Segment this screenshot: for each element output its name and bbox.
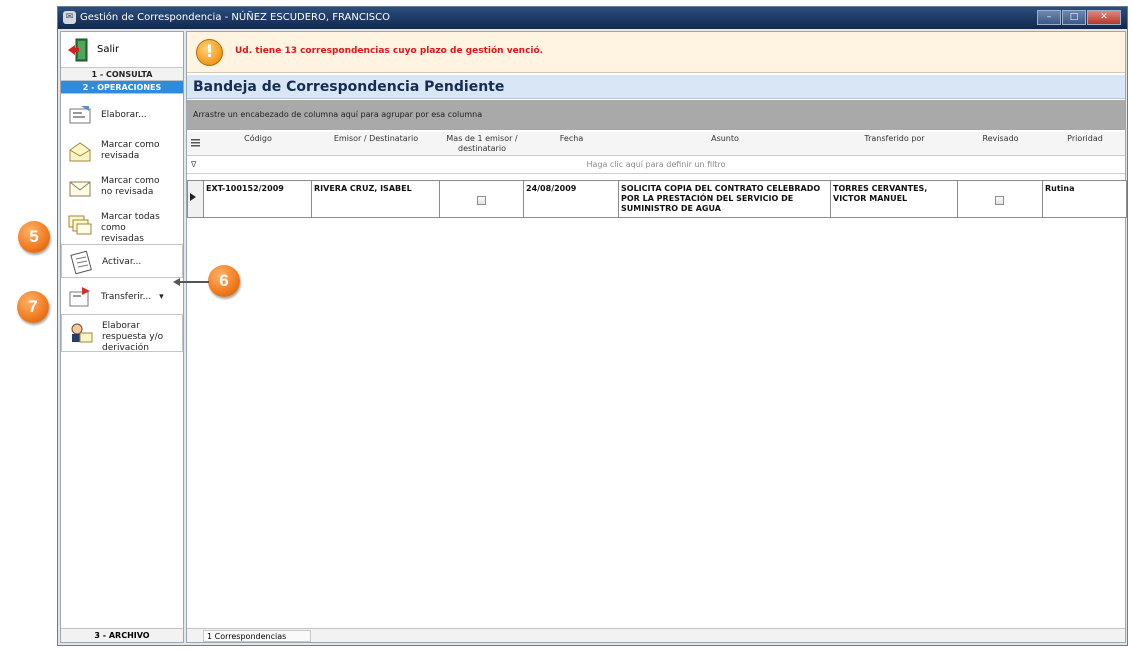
group-by-area[interactable]: Arrastre un encabezado de columna aquí p… <box>187 100 1125 130</box>
column-headers: Código Emisor / Destinatario Mas de 1 em… <box>187 132 1125 156</box>
clipboard-icon <box>68 250 94 275</box>
col-prioridad[interactable]: Prioridad <box>1043 134 1127 144</box>
reply-icon <box>68 321 94 345</box>
grid-title: Bandeja de Correspondencia Pendiente <box>187 75 1125 99</box>
window-title: Gestión de Correspondencia - NÚÑEZ ESCUD… <box>80 12 390 23</box>
arrowhead-icon <box>173 278 180 286</box>
cell-transferido: TORRES CERVANTES, VICTOR MANUEL <box>831 180 958 218</box>
col-asunto[interactable]: Asunto <box>619 134 831 144</box>
status-bar: 1 Correspondencias <box>187 628 1125 642</box>
filter-row[interactable]: ∇ Haga clic aquí para definir un filtro <box>187 156 1125 174</box>
minimize-button[interactable]: – <box>1037 10 1061 25</box>
envelope-open-icon <box>67 140 93 164</box>
cell-revisado <box>958 180 1043 218</box>
transfer-icon <box>67 285 93 309</box>
sidebar: Salir 1 - CONSULTA 2 - OPERACIONES Elabo… <box>60 31 184 643</box>
marcar-revisada-button[interactable]: Marcar como revisada <box>61 134 183 170</box>
cell-emisor: RIVERA CRUZ, ISABEL <box>312 180 440 218</box>
compose-icon <box>67 103 93 127</box>
elaborar-respuesta-label: Elaborar respuesta y/o derivación <box>102 321 164 353</box>
revisado-checkbox[interactable] <box>995 196 1004 205</box>
marcar-todas-label: Marcar todas como revisadas <box>101 212 160 244</box>
section-consulta[interactable]: 1 - CONSULTA <box>61 68 183 81</box>
maximize-button[interactable]: □ <box>1062 10 1086 25</box>
col-fecha[interactable]: Fecha <box>524 134 619 144</box>
chevron-down-icon[interactable]: ▾ <box>159 292 164 303</box>
callout-5: 5 <box>18 221 50 253</box>
callout-6-arrow <box>179 281 209 283</box>
mas-de-uno-checkbox[interactable] <box>477 196 486 205</box>
col-mas-de-uno[interactable]: Mas de 1 emisor / destinatario <box>440 134 524 154</box>
elaborar-respuesta-button[interactable]: Elaborar respuesta y/o derivación <box>61 314 183 353</box>
transferir-label: Transferir... <box>101 291 152 302</box>
salir-label: Salir <box>97 44 120 55</box>
col-transferido[interactable]: Transferido por <box>831 134 958 144</box>
activar-label: Activar... <box>102 256 142 267</box>
status-count: 1 Correspondencias <box>203 630 311 642</box>
column-chooser-icon[interactable] <box>190 138 200 150</box>
exit-door-icon <box>67 37 89 63</box>
table-row[interactable]: EXT-100152/2009 RIVERA CRUZ, ISABEL 24/0… <box>187 180 1127 218</box>
section-operaciones[interactable]: 2 - OPERACIONES <box>61 81 183 94</box>
cell-fecha: 24/08/2009 <box>524 180 619 218</box>
callout-7: 7 <box>17 291 49 323</box>
warning-icon: ! <box>196 39 223 66</box>
section-archivo[interactable]: 3 - ARCHIVO <box>61 628 183 642</box>
col-emisor[interactable]: Emisor / Destinatario <box>312 134 440 144</box>
cell-codigo: EXT-100152/2009 <box>204 180 312 218</box>
main-panel: ! Ud. tiene 13 correspondencias cuyo pla… <box>186 31 1127 643</box>
activar-button[interactable]: Activar... <box>61 244 183 278</box>
row-indicator <box>187 180 204 218</box>
app-icon: ✉ <box>63 11 76 24</box>
filter-icon: ∇ <box>191 160 197 169</box>
alert-banner: ! Ud. tiene 13 correspondencias cuyo pla… <box>187 32 1125 73</box>
elaborar-button[interactable]: Elaborar... <box>61 94 183 134</box>
marcar-revisada-label: Marcar como revisada <box>101 140 160 161</box>
close-button[interactable]: ✕ <box>1087 10 1121 25</box>
envelope-closed-icon <box>67 176 93 200</box>
marcar-no-revisada-label: Marcar como no revisada <box>101 176 160 197</box>
cell-prioridad: Rutina <box>1043 180 1127 218</box>
filter-hint: Haga clic aquí para definir un filtro <box>586 160 726 169</box>
cell-asunto: SOLICITA COPIA DEL CONTRATO CELEBRADO PO… <box>619 180 831 218</box>
transferir-button[interactable]: Transferir... ▾ <box>61 278 183 314</box>
cell-mas-de-uno <box>440 180 524 218</box>
window-controls: – □ ✕ <box>1036 10 1121 25</box>
app-window: ✉ Gestión de Correspondencia - NÚÑEZ ESC… <box>57 6 1128 646</box>
alert-message: Ud. tiene 13 correspondencias cuyo plazo… <box>235 46 544 56</box>
title-bar: ✉ Gestión de Correspondencia - NÚÑEZ ESC… <box>58 7 1127 29</box>
row-pointer-icon <box>190 193 196 201</box>
marcar-todas-button[interactable]: Marcar todas como revisadas <box>61 206 183 244</box>
callout-6: 6 <box>208 265 240 297</box>
col-revisado[interactable]: Revisado <box>958 134 1043 144</box>
marcar-no-revisada-button[interactable]: Marcar como no revisada <box>61 170 183 206</box>
col-codigo[interactable]: Código <box>204 134 312 144</box>
salir-button[interactable]: Salir <box>61 32 183 68</box>
elaborar-label: Elaborar... <box>101 109 147 120</box>
envelopes-icon <box>67 212 93 236</box>
